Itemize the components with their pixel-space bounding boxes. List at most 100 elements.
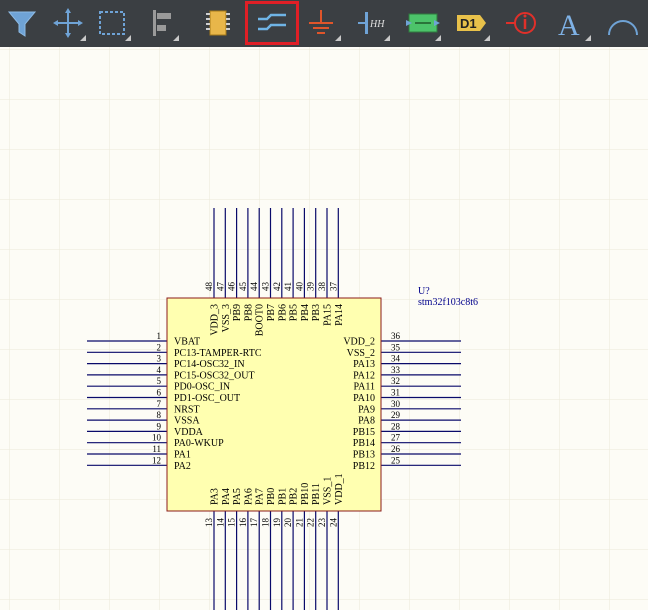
right-pin-name: VDD_2	[343, 337, 375, 348]
place-wire-button[interactable]	[245, 1, 299, 45]
place-part-button[interactable]	[198, 3, 238, 43]
bottom-pin-name: PA3	[210, 488, 221, 505]
bottom-pin-name: VSS_1	[323, 477, 334, 505]
select-button[interactable]	[93, 3, 133, 43]
top-pin-number: 40	[294, 282, 304, 292]
svg-text:HH: HH	[369, 19, 385, 30]
right-pin-number: 26	[391, 444, 401, 454]
right-pin-name: PB13	[353, 450, 375, 461]
right-pin-name: PB14	[353, 438, 375, 449]
top-pin-name: PB7	[266, 304, 277, 321]
left-pin-number: 10	[152, 433, 162, 443]
left-pin-name: VSSA	[174, 416, 200, 427]
left-pin-number: 3	[157, 354, 162, 364]
bottom-pin-number: 22	[306, 518, 316, 527]
left-pin-number: 9	[157, 421, 162, 431]
bottom-pin-number: 21	[294, 518, 304, 527]
bottom-pin-name: PA4	[221, 488, 232, 505]
no-erc-icon	[506, 12, 536, 34]
right-pin-name: VSS_2	[347, 348, 375, 359]
bottom-pin-name: PB0	[266, 488, 277, 505]
dropdown-arrow-icon	[335, 35, 341, 41]
top-pin-name: PB8	[243, 304, 254, 321]
bottom-pin-number: 17	[249, 518, 259, 528]
bottom-pin-number: 23	[317, 518, 327, 528]
top-pin-number: 38	[317, 282, 327, 292]
top-pin-name: PB5	[289, 304, 300, 321]
component-designator[interactable]: U?	[418, 286, 430, 297]
bottom-pin-name: PA7	[255, 488, 266, 505]
top-pin-name: PA14	[334, 304, 345, 326]
left-pin-name: NRST	[174, 404, 200, 415]
designator-icon-label: D1	[460, 16, 477, 31]
left-pin-number: 1	[157, 331, 162, 341]
left-pin-name: PC15-OSC32_OUT	[174, 370, 255, 381]
left-pin-number: 2	[157, 342, 162, 352]
left-pin-number: 5	[157, 376, 162, 386]
top-pin-name: PB4	[300, 304, 311, 321]
right-pin-name: PA8	[358, 416, 375, 427]
top-pin-number: 39	[306, 282, 316, 292]
bottom-pin-number: 14	[215, 518, 225, 528]
right-pin-name: PA10	[353, 393, 375, 404]
left-pin-name: PC13-TAMPER-RTC	[174, 348, 262, 359]
place-arc-button[interactable]	[603, 3, 643, 43]
right-pin-number: 28	[391, 421, 401, 431]
move-button[interactable]	[48, 3, 88, 43]
dropdown-arrow-icon	[484, 35, 490, 41]
place-directive-button[interactable]	[503, 3, 543, 43]
bottom-pin-number: 13	[204, 518, 214, 528]
schematic-sheet: 1 VBAT 2 PC13-TAMPER-RTC 3 PC14-OSC32_IN 4 PC15…	[0, 47, 648, 610]
toolbar: HH D1 A	[0, 0, 648, 47]
filter-icon	[7, 11, 37, 37]
left-pin-name: PC14-OSC32_IN	[174, 359, 245, 370]
right-pin-number: 33	[391, 365, 401, 375]
right-pin-name: PB15	[353, 427, 375, 438]
place-sheet-symbol-button[interactable]	[403, 3, 443, 43]
right-pin-name: PA9	[358, 404, 375, 415]
top-pin-number: 45	[238, 282, 248, 292]
bottom-pin-number: 19	[272, 518, 282, 528]
top-pin-name: BOOT0	[255, 304, 266, 336]
left-pin-name: PA0-WKUP	[174, 438, 224, 449]
top-pin-number: 48	[204, 282, 214, 292]
top-pin-name: PB3	[311, 304, 322, 321]
top-pin-number: 41	[283, 282, 293, 291]
place-designator-button[interactable]: D1	[452, 3, 492, 43]
right-pin-name: PB12	[353, 461, 375, 472]
bottom-pin-name: PB1	[277, 488, 288, 505]
component-comment[interactable]: stm32f103c8t6	[418, 297, 478, 308]
top-pin-number: 43	[261, 282, 271, 292]
bottom-pin-name: PB2	[289, 488, 300, 505]
right-pin-number: 35	[391, 342, 401, 352]
place-power-button[interactable]	[303, 3, 343, 43]
arc-icon	[608, 20, 638, 36]
left-pin-number: 6	[157, 388, 162, 398]
bottom-pin-number: 16	[238, 518, 248, 528]
top-pin-name: VDD_3	[210, 304, 221, 336]
right-pin-number: 29	[391, 410, 401, 420]
left-pin-number: 4	[157, 365, 162, 375]
top-pin-number: 42	[272, 282, 282, 291]
left-pin-number: 11	[152, 444, 161, 454]
right-pin-number: 36	[391, 331, 401, 341]
top-pin-name: PA15	[323, 304, 334, 326]
right-pin-name: PA13	[353, 359, 375, 370]
right-pin-number: 32	[391, 376, 400, 386]
left-pin-number: 7	[157, 399, 162, 409]
text-icon-label: A	[558, 9, 580, 42]
top-pin-number: 46	[227, 282, 237, 292]
place-harness-button[interactable]: HH	[352, 3, 392, 43]
top-pin-name: PB6	[277, 304, 288, 321]
ic-chip-icon	[206, 10, 230, 36]
bottom-pin-number: 20	[283, 518, 293, 528]
filter-button[interactable]	[3, 3, 43, 43]
schematic-canvas[interactable]: 1 VBAT 2 PC13-TAMPER-RTC 3 PC14-OSC32_IN 4 PC15…	[0, 47, 648, 610]
top-pin-number: 37	[328, 282, 338, 292]
align-button[interactable]	[141, 3, 181, 43]
dropdown-arrow-icon	[173, 35, 179, 41]
place-text-button[interactable]: A	[553, 3, 593, 43]
dropdown-arrow-icon	[435, 35, 441, 41]
bottom-pin-number: 15	[227, 518, 237, 528]
dropdown-arrow-icon	[585, 35, 591, 41]
